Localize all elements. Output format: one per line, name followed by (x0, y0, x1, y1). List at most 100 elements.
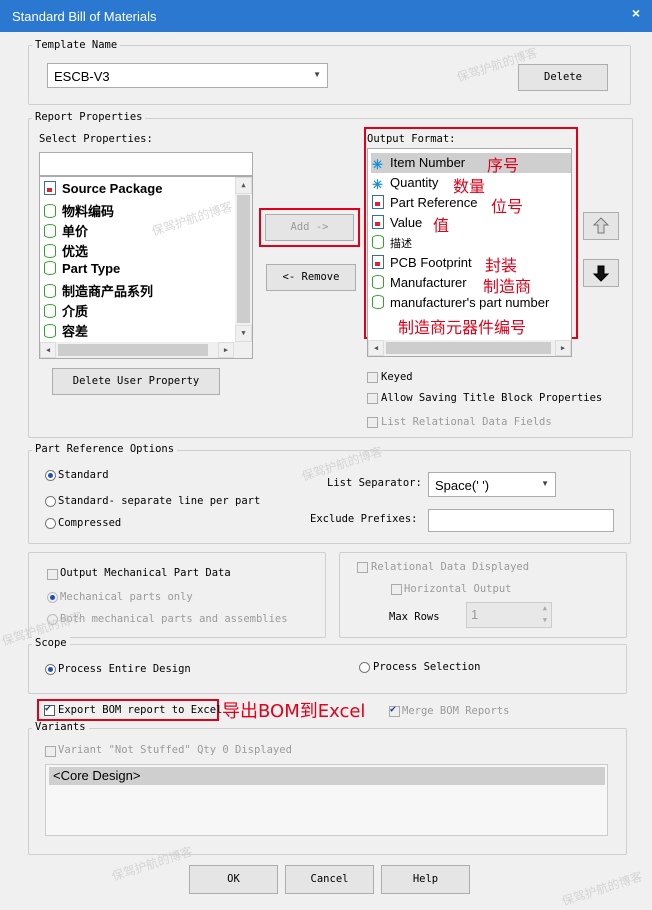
close-icon[interactable]: × (632, 5, 640, 21)
compressed-radio[interactable] (45, 518, 56, 529)
annotation-mpn: 制造商元器件编号 (398, 318, 527, 337)
list-item[interactable]: Part Reference (372, 195, 477, 215)
scroll-thumb[interactable] (58, 344, 208, 356)
export-excel-checkbox[interactable] (44, 703, 55, 716)
add-button[interactable]: Add -> (265, 214, 354, 241)
list-item[interactable]: 优选 (44, 241, 88, 261)
relational-checkbox[interactable] (357, 562, 368, 573)
allow-title-label: Allow Saving Title Block Properties (381, 392, 603, 404)
scroll-left-icon[interactable]: ◀ (368, 340, 384, 356)
horizontal-output-checkbox[interactable] (391, 584, 402, 595)
list-item[interactable]: 物料编码 (44, 201, 114, 221)
spin-down-icon[interactable]: ▼ (543, 616, 547, 624)
variants-group-label: Variants (32, 721, 89, 733)
window-title: Standard Bill of Materials (12, 9, 157, 24)
mechanical-only-radio[interactable] (47, 592, 58, 603)
database-icon (44, 204, 56, 218)
help-button[interactable]: Help (381, 865, 470, 894)
list-item[interactable]: 描述 (372, 235, 412, 255)
select-properties-label: Select Properties: (39, 133, 153, 145)
horizontal-output-label: Horizontal Output (404, 583, 512, 595)
merge-bom-checkbox[interactable] (389, 704, 400, 717)
mechanical-output-label: Output Mechanical Part Data (60, 567, 231, 579)
allow-title-checkbox[interactable] (367, 393, 378, 404)
not-stuffed-label: Variant "Not Stuffed" Qty 0 Displayed (58, 744, 292, 756)
horizontal-scrollbar[interactable]: ◀ ▶ (40, 342, 252, 358)
document-icon (44, 181, 56, 195)
not-stuffed-checkbox[interactable] (45, 746, 56, 757)
standard-radio[interactable] (45, 470, 56, 481)
process-selection-radio[interactable] (359, 662, 370, 673)
annotation-value: 值 (433, 216, 450, 235)
move-up-button[interactable] (583, 212, 619, 240)
list-separator-label: List Separator: (327, 477, 422, 489)
property-filter-input[interactable] (39, 152, 253, 176)
separate-radio[interactable] (45, 496, 56, 507)
exclude-prefixes-input[interactable] (428, 509, 614, 532)
template-group-label: Template Name (32, 39, 121, 51)
relational-displayed-label: Relational Data Displayed (371, 561, 530, 573)
remove-button[interactable]: <- Remove (266, 264, 356, 291)
output-format-label: Output Format: (367, 133, 456, 145)
report-group-label: Report Properties (32, 111, 146, 123)
list-item[interactable]: manufacturer's part number (372, 295, 549, 315)
keyed-checkbox[interactable] (367, 372, 378, 383)
cancel-button[interactable]: Cancel (285, 865, 374, 894)
move-down-button[interactable] (583, 259, 619, 287)
delete-template-button[interactable]: Delete (518, 64, 608, 91)
mechanical-only-label: Mechanical parts only (60, 591, 193, 603)
separate-label: Standard- separate line per part (58, 495, 261, 507)
scroll-thumb[interactable] (237, 195, 250, 323)
annotation-export: 导出BOM到Excel (222, 701, 366, 722)
annotation-manufacturer: 制造商 (483, 277, 532, 296)
database-icon (44, 284, 56, 298)
list-separator-combo[interactable]: Space(' ') ▼ (428, 472, 556, 497)
scroll-up-icon[interactable]: ▲ (235, 177, 252, 194)
process-entire-label: Process Entire Design (58, 663, 191, 675)
merge-bom-label: Merge BOM Reports (402, 705, 510, 717)
horizontal-scrollbar[interactable]: ◀ ▶ (368, 340, 571, 356)
list-item[interactable]: 介质 (44, 301, 88, 321)
template-combo[interactable]: ESCB-V3 ▼ (47, 63, 328, 88)
scroll-left-icon[interactable]: ◀ (40, 342, 56, 358)
asterisk-icon: ✳ (372, 157, 383, 172)
scroll-right-icon[interactable]: ▶ (555, 340, 571, 356)
document-icon (372, 215, 384, 229)
list-item[interactable]: <Core Design> (49, 767, 605, 785)
list-item[interactable]: Manufacturer (372, 275, 467, 295)
mechanical-both-label: Both mechanical parts and assemblies (60, 613, 288, 625)
ok-button[interactable]: OK (189, 865, 278, 894)
list-item[interactable]: ✳ Item Number (372, 155, 465, 175)
spin-up-icon[interactable]: ▲ (543, 604, 547, 612)
database-icon (44, 261, 56, 275)
annotation-item-number: 序号 (487, 156, 520, 175)
document-icon (372, 255, 384, 269)
list-item[interactable]: Value (372, 215, 422, 235)
list-item[interactable]: 制造商产品系列 (44, 281, 153, 301)
list-item[interactable]: PCB Footprint (372, 255, 472, 275)
vertical-scrollbar[interactable]: ▲ ▼ (235, 177, 252, 342)
list-separator-value: Space(' ') (435, 478, 490, 493)
process-entire-radio[interactable] (45, 664, 56, 675)
database-icon (44, 224, 56, 238)
list-relational-checkbox[interactable] (367, 417, 378, 428)
max-rows-spinner[interactable]: 1 ▲ ▼ (466, 602, 552, 628)
keyed-label: Keyed (381, 371, 413, 383)
variants-list[interactable]: <Core Design> (45, 764, 608, 836)
list-item[interactable]: Source Package (44, 181, 162, 201)
list-item[interactable]: ✳ Quantity (372, 175, 438, 195)
scroll-right-icon[interactable]: ▶ (218, 342, 234, 358)
list-item[interactable]: Part Type (44, 261, 120, 281)
template-value: ESCB-V3 (54, 69, 110, 84)
chevron-down-icon: ▼ (313, 70, 321, 79)
database-icon (44, 324, 56, 338)
arrow-up-icon (592, 217, 610, 234)
scroll-down-icon[interactable]: ▼ (235, 325, 252, 342)
delete-user-property-button[interactable]: Delete User Property (52, 368, 220, 395)
chevron-down-icon: ▼ (541, 479, 549, 488)
export-excel-label: Export BOM report to Excel (58, 704, 223, 716)
list-item[interactable]: 单价 (44, 221, 88, 241)
mechanical-checkbox[interactable] (47, 569, 58, 580)
scroll-thumb[interactable] (386, 342, 551, 354)
list-item[interactable]: 容差 (44, 321, 88, 341)
